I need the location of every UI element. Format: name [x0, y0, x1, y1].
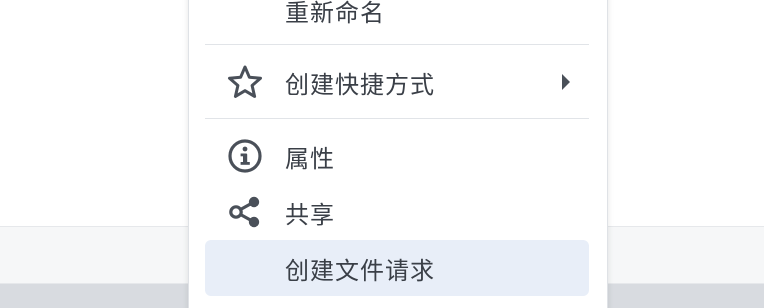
- menu-item-label: 重新命名: [285, 0, 385, 27]
- file-browser-view: 重新命名 创建快捷方式 属性 共享 创建文件请求: [0, 0, 764, 308]
- menu-item-label: 共享: [285, 200, 335, 229]
- star-icon: [227, 64, 263, 100]
- context-menu: 重新命名 创建快捷方式 属性 共享 创建文件请求: [188, 0, 608, 308]
- menu-item-rename[interactable]: 重新命名: [205, 0, 589, 38]
- share-icon: [227, 194, 263, 230]
- menu-item-share[interactable]: 共享: [205, 184, 589, 240]
- menu-item-create-file-request[interactable]: 创建文件请求: [205, 240, 589, 296]
- menu-item-label: 创建文件请求: [285, 256, 435, 285]
- menu-item-label: 创建快捷方式: [285, 70, 435, 99]
- menu-divider: [205, 118, 589, 119]
- menu-divider: [205, 44, 589, 45]
- info-icon: [227, 138, 263, 174]
- chevron-right-icon: [559, 72, 573, 92]
- menu-item-label: 属性: [285, 144, 335, 173]
- menu-item-create-shortcut[interactable]: 创建快捷方式: [205, 54, 589, 110]
- menu-item-properties[interactable]: 属性: [205, 128, 589, 184]
